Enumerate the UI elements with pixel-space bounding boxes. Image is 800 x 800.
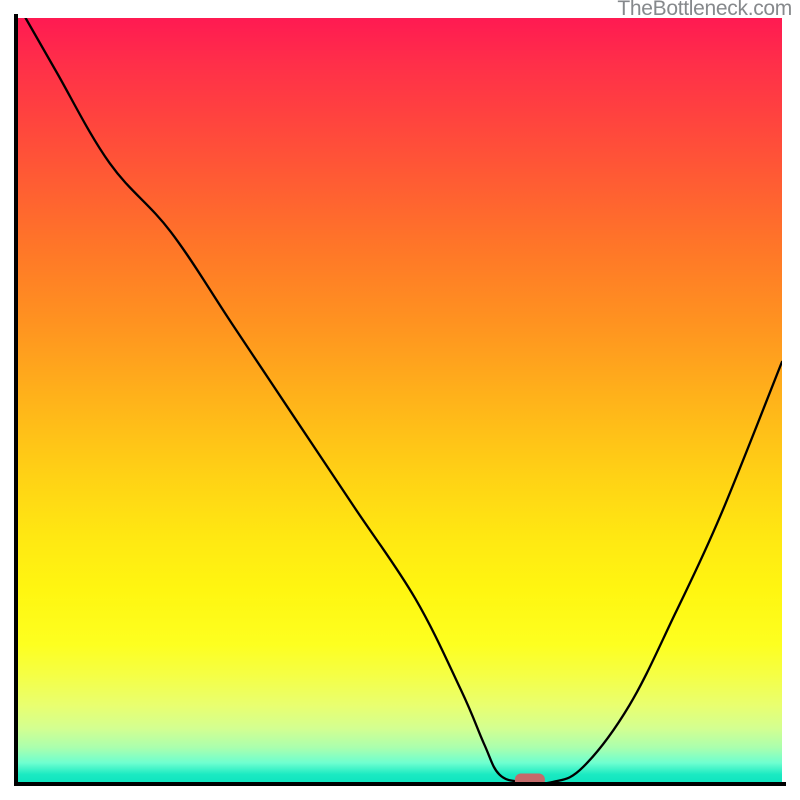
bottleneck-curve-line — [26, 18, 782, 782]
watermark-text: TheBottleneck.com — [617, 0, 792, 21]
y-axis — [14, 14, 18, 786]
optimal-point-marker — [515, 774, 545, 783]
plot-area — [18, 18, 782, 782]
bottleneck-chart: TheBottleneck.com — [0, 0, 800, 800]
x-axis — [14, 782, 786, 786]
